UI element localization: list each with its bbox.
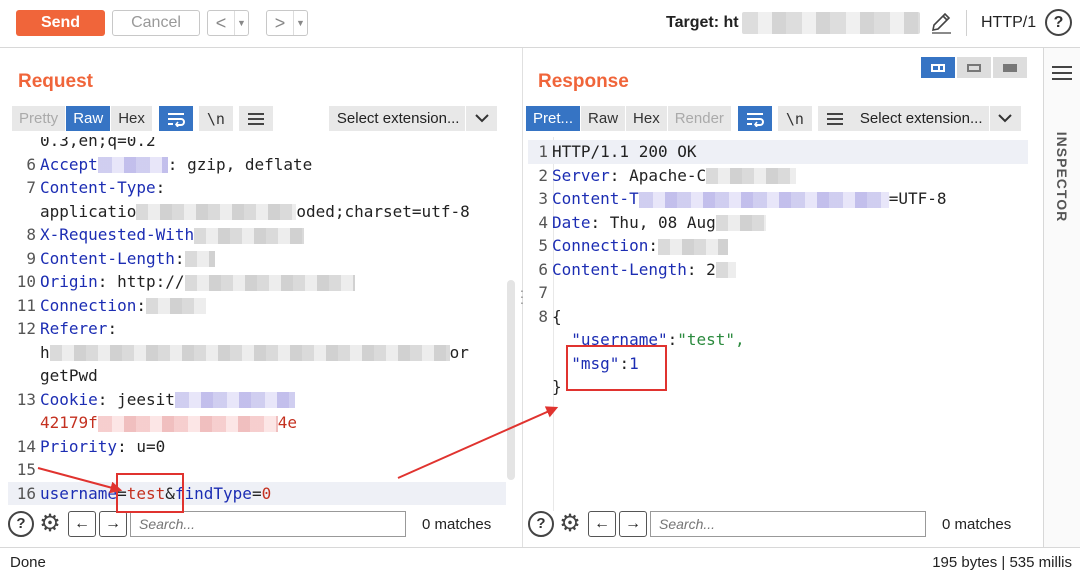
help-icon[interactable]: ? xyxy=(528,511,554,537)
layout-toggles xyxy=(921,57,1027,78)
response-line: 1 HTTP/1.1 200 OK xyxy=(528,140,1028,164)
help-icon[interactable]: ? xyxy=(8,511,34,537)
top-toolbar: Send Cancel < ▼ > ▼ Target: ht HTTP/1 ? xyxy=(0,0,1080,48)
request-line: 0.3,en;q=0.2 xyxy=(40,137,156,150)
forward-arrow-icon[interactable]: > xyxy=(267,13,293,34)
request-search-bar: ? ⚙ ← → 0 matches xyxy=(8,509,491,539)
menu-icon[interactable] xyxy=(238,106,273,131)
show-newlines-button[interactable]: \n xyxy=(777,106,812,131)
target-label: Target: ht xyxy=(666,14,739,31)
drag-handle-icon[interactable]: · · · xyxy=(519,283,525,309)
back-arrow-icon[interactable]: < xyxy=(208,13,234,34)
request-line: getPwd xyxy=(40,366,98,385)
request-line: 11 Connection: xyxy=(8,294,506,318)
response-line: 8{ xyxy=(538,306,562,326)
response-tabbar: Pret... Raw Hex Render \n Select extensi… xyxy=(526,106,1021,131)
history-forward-group[interactable]: > ▼ xyxy=(266,10,308,36)
request-title: Request xyxy=(18,71,93,92)
response-line: 7 xyxy=(538,283,548,302)
tab-pretty[interactable]: Pretty xyxy=(12,106,66,131)
tab-raw[interactable]: Raw xyxy=(581,106,626,131)
request-line: 8 X-Requested-With xyxy=(8,223,506,247)
response-search-bar: ? ⚙ ← → 0 matches xyxy=(528,509,1011,539)
json-value-username: "test", xyxy=(677,330,745,349)
next-match-button[interactable]: → xyxy=(619,511,647,537)
response-line: 6 Content-Length: 2 xyxy=(528,258,1028,282)
request-line: 14 Priority: u=0 xyxy=(16,436,166,456)
previous-match-button[interactable]: ← xyxy=(68,511,96,537)
request-body-line: 16 username=test&findType=0 xyxy=(8,481,506,505)
request-match-count: 0 matches xyxy=(422,515,492,533)
inspector-tab[interactable]: INSPECTOR xyxy=(1044,112,1080,242)
forward-dropdown-icon[interactable]: ▼ xyxy=(293,11,307,35)
tab-hex[interactable]: Hex xyxy=(111,106,152,131)
request-line: 13 Cookie: jeesit xyxy=(8,388,506,412)
request-line: 7 Content-Type: xyxy=(26,178,166,197)
show-newlines-button[interactable]: \n xyxy=(198,106,233,131)
wrap-lines-icon[interactable] xyxy=(158,106,193,131)
layout-tabs-icon[interactable] xyxy=(993,57,1027,78)
param-findtype-value: 0 xyxy=(261,483,272,503)
request-scrollbar[interactable] xyxy=(507,280,515,480)
tab-render[interactable]: Render xyxy=(667,106,731,131)
request-line: 6 Accept: gzip, deflate xyxy=(26,154,313,174)
help-icon[interactable]: ? xyxy=(1045,9,1072,36)
response-stats: 195 bytes | 535 millis xyxy=(932,554,1072,571)
cancel-button[interactable]: Cancel xyxy=(112,10,200,36)
chevron-down-icon[interactable] xyxy=(465,106,497,131)
request-line: 10 Origin: http:// xyxy=(8,270,506,294)
chevron-down-icon[interactable] xyxy=(988,106,1021,131)
gear-icon[interactable]: ⚙ xyxy=(556,510,584,538)
edit-target-pencil-icon[interactable] xyxy=(929,12,953,34)
request-tabbar: Pretty Raw Hex \n Select extension... xyxy=(12,106,498,131)
request-line: 12 Referer: xyxy=(16,319,118,338)
http-version-selector[interactable]: HTTP/1 xyxy=(981,14,1036,32)
response-line: 2 Server: Apache-C xyxy=(528,164,1028,188)
request-editor[interactable]: 0.3,en;q=0.2 6 Accept: gzip, deflate 7 Con… xyxy=(8,137,506,511)
history-back-group[interactable]: < ▼ xyxy=(207,10,249,36)
request-line: 42179f 4e xyxy=(40,413,298,432)
layout-split-horizontal-icon[interactable] xyxy=(921,57,955,78)
gear-icon[interactable]: ⚙ xyxy=(36,510,64,538)
status-bar: Done 195 bytes | 535 millis xyxy=(0,547,1080,575)
previous-match-button[interactable]: ← xyxy=(588,511,616,537)
response-title: Response xyxy=(538,71,629,92)
layout-split-vertical-icon[interactable] xyxy=(957,57,991,78)
target-host-redacted xyxy=(742,12,920,34)
menu-icon[interactable] xyxy=(817,106,852,131)
request-line: 15 xyxy=(16,460,36,479)
annotation-box-response-msg xyxy=(566,345,667,391)
select-extension-label: Select extension... xyxy=(336,110,460,127)
request-select-extension[interactable]: Select extension... xyxy=(328,106,498,131)
request-line: 9 Content-Length: xyxy=(8,247,506,271)
tab-pretty[interactable]: Pret... xyxy=(526,106,581,131)
response-match-count: 0 matches xyxy=(942,515,1012,533)
status-text: Done xyxy=(10,554,46,571)
tab-hex[interactable]: Hex xyxy=(626,106,667,131)
response-editor[interactable]: 1 HTTP/1.1 200 OK 2 Server: Apache-C 3 Cont… xyxy=(528,137,1028,511)
response-line: 3 Content-T =UTF-8 xyxy=(538,189,947,208)
response-search-input[interactable] xyxy=(650,511,926,537)
send-button[interactable]: Send xyxy=(16,10,105,36)
select-extension-label: Select extension... xyxy=(859,110,983,127)
wrap-lines-icon[interactable] xyxy=(737,106,772,131)
param-findtype-key: findType xyxy=(174,483,252,503)
request-line: h or xyxy=(40,342,469,362)
back-dropdown-icon[interactable]: ▼ xyxy=(234,11,248,35)
request-search-input[interactable] xyxy=(130,511,406,537)
toolbar-divider xyxy=(966,10,967,36)
tab-raw[interactable]: Raw xyxy=(66,106,111,131)
response-line: 5 Connection: xyxy=(528,234,1028,258)
response-select-extension[interactable]: Select extension... xyxy=(851,106,1021,131)
next-match-button[interactable]: → xyxy=(99,511,127,537)
param-username-key: username xyxy=(40,483,118,503)
inspector-sidebar: INSPECTOR xyxy=(1043,48,1080,547)
annotation-box-request-param xyxy=(116,473,184,513)
inspector-menu-icon[interactable] xyxy=(1052,66,1072,80)
request-line: applicatio oded;charset=utf-8 xyxy=(40,201,470,221)
response-line: 4 Date: Thu, 08 Aug xyxy=(528,211,1028,235)
